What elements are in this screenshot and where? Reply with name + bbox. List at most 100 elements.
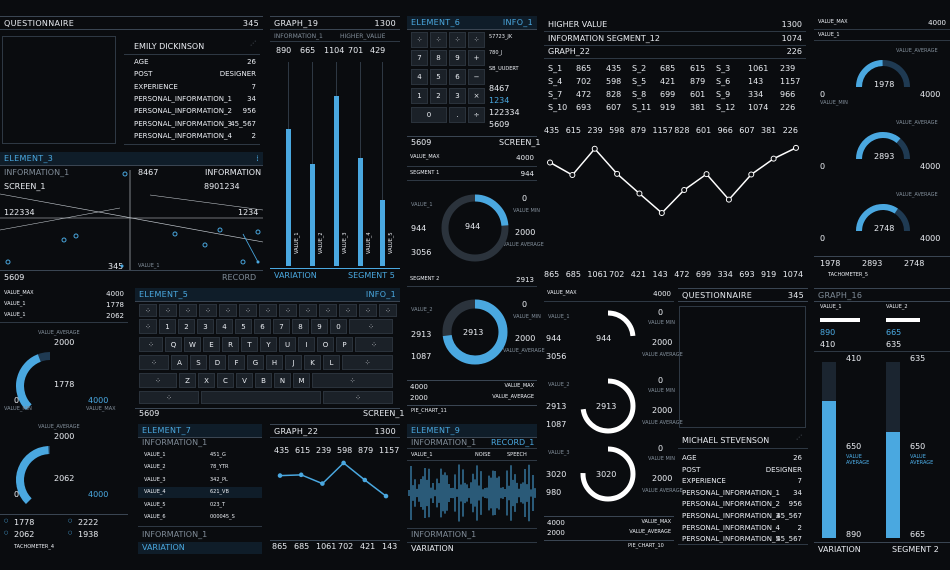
keyboard-key[interactable]: W bbox=[184, 337, 201, 352]
keyboard-key[interactable]: I bbox=[298, 337, 315, 352]
keyboard-key[interactable]: L bbox=[323, 355, 340, 370]
keyboard-fn-key[interactable]: ⁘ bbox=[279, 304, 297, 317]
keyboard-key[interactable]: 5 bbox=[235, 319, 252, 334]
keyboard-key[interactable]: P bbox=[336, 337, 353, 352]
keyboard-key[interactable]: 0 bbox=[330, 319, 347, 334]
keyboard-fn-key[interactable]: ⁘ bbox=[379, 304, 397, 317]
el7-row-label: VALUE_6 bbox=[144, 514, 166, 520]
tl-cell-icon: ○ bbox=[4, 530, 9, 536]
keyboard-key[interactable]: O bbox=[317, 337, 334, 352]
keyboard-key[interactable]: N bbox=[274, 373, 291, 388]
keyboard-key[interactable]: 1 bbox=[159, 319, 176, 334]
numpad-key[interactable]: + bbox=[468, 50, 485, 66]
keyboard-key[interactable]: S bbox=[190, 355, 207, 370]
keyboard-key[interactable]: 2 bbox=[178, 319, 195, 334]
keyboard-key[interactable]: Y bbox=[260, 337, 277, 352]
keyboard-key[interactable]: T bbox=[241, 337, 258, 352]
keyboard-key[interactable]: V bbox=[236, 373, 253, 388]
keyboard-key[interactable]: R bbox=[222, 337, 239, 352]
keyboard-fn-key[interactable]: ⁘ bbox=[199, 304, 217, 317]
keyboard-key[interactable]: H bbox=[266, 355, 283, 370]
keyboard-fn-key[interactable]: ⁘ bbox=[299, 304, 317, 317]
numpad-key[interactable]: 8 bbox=[430, 50, 447, 66]
el7-row-value: 78_YTR bbox=[210, 464, 229, 471]
keyboard-key[interactable]: 6 bbox=[254, 319, 271, 334]
tl-r2: VALUE_1 bbox=[4, 301, 26, 307]
el9-noise[interactable]: NOISE bbox=[475, 452, 490, 458]
tachometer-gauge: VALUE_AVERAGE 1978 0 4000 VALUE_MIN bbox=[814, 44, 950, 114]
keyboard-fn-key[interactable]: ⁘ bbox=[259, 304, 277, 317]
keyboard-fn-key[interactable]: ⁘ bbox=[139, 304, 157, 317]
keyboard-key[interactable]: 4 bbox=[216, 319, 233, 334]
tl-g2-max: 4000 bbox=[88, 490, 109, 499]
keyboard-key[interactable]: F bbox=[228, 355, 245, 370]
keyboard-key[interactable]: A bbox=[171, 355, 188, 370]
keyboard-fn-key[interactable]: ⁘ bbox=[359, 304, 377, 317]
keyboard-mod-key[interactable]: ⁘ bbox=[349, 319, 393, 334]
keyboard-key[interactable]: D bbox=[209, 355, 226, 370]
ring-label: VALUE_2 bbox=[548, 382, 570, 388]
keyboard-key[interactable]: Z bbox=[179, 373, 196, 388]
keyboard-key[interactable]: B bbox=[255, 373, 272, 388]
numpad-fn-key[interactable]: ⁘ bbox=[411, 32, 428, 48]
keyboard-mod-key[interactable]: ⁘ bbox=[139, 319, 157, 334]
keyboard-key[interactable]: 9 bbox=[311, 319, 328, 334]
keyboard-key[interactable]: 3 bbox=[197, 319, 214, 334]
keyboard-key[interactable]: M bbox=[293, 373, 310, 388]
questionnaire-title: QUESTIONNAIRE bbox=[4, 18, 75, 28]
numpad-fn-key[interactable]: ⁘ bbox=[449, 32, 466, 48]
keyboard-mod-key[interactable]: ⁘ bbox=[342, 355, 393, 370]
hv-r1v: 1300 bbox=[781, 20, 802, 29]
numpad-fn-key[interactable]: ⁘ bbox=[430, 32, 447, 48]
numpad-key[interactable]: − bbox=[468, 69, 485, 85]
el7-row-value: 621_VB bbox=[210, 489, 229, 496]
keyboard-fn-key[interactable]: ⁘ bbox=[339, 304, 357, 317]
keyboard-mod-key[interactable]: ⁘ bbox=[139, 337, 163, 352]
menu-icon[interactable]: ⋰ bbox=[250, 40, 256, 47]
keyboard-key[interactable]: U bbox=[279, 337, 296, 352]
keyboard-key[interactable]: Q bbox=[165, 337, 182, 352]
keyboard-key[interactable]: G bbox=[247, 355, 264, 370]
numpad-key[interactable]: ÷ bbox=[468, 107, 485, 123]
numpad-fn-key[interactable]: ⁘ bbox=[468, 32, 485, 48]
q2-menu-icon[interactable]: ⋰ bbox=[796, 434, 802, 441]
keyboard-key[interactable]: C bbox=[217, 373, 234, 388]
numpad-key[interactable]: 5 bbox=[430, 69, 447, 85]
keyboard-fn-key[interactable]: ⁘ bbox=[159, 304, 177, 317]
keyboard-mod-key[interactable]: ⁘ bbox=[323, 391, 393, 404]
hv-table-cell: 381 bbox=[690, 103, 706, 112]
keyboard-key[interactable]: 8 bbox=[292, 319, 309, 334]
q1-field-value: 45_567 bbox=[230, 119, 256, 128]
keyboard-space-key[interactable] bbox=[201, 391, 321, 404]
keyboard-key[interactable]: J bbox=[285, 355, 302, 370]
q1-field-label: EXPERIENCE bbox=[134, 82, 178, 91]
keyboard-fn-key[interactable]: ⁘ bbox=[319, 304, 337, 317]
keyboard-fn-key[interactable]: ⁘ bbox=[179, 304, 197, 317]
keyboard-mod-key[interactable]: ⁘ bbox=[355, 337, 393, 352]
keyboard-key[interactable]: 7 bbox=[273, 319, 290, 334]
numpad-key[interactable]: 7 bbox=[411, 50, 428, 66]
keyboard-mod-key[interactable]: ⁘ bbox=[312, 373, 393, 388]
keyboard-mod-key[interactable]: ⁘ bbox=[139, 391, 199, 404]
keyboard-key[interactable]: X bbox=[198, 373, 215, 388]
keyboard-mod-key[interactable]: ⁘ bbox=[139, 355, 169, 370]
numpad-key[interactable]: 2 bbox=[430, 88, 447, 104]
numpad-key[interactable]: 3 bbox=[449, 88, 466, 104]
el9-speech[interactable]: SPEECH bbox=[507, 452, 527, 458]
element-3-panel: ELEMENT_3 ⁞ INFORMATION_1 8467 INFORMATI… bbox=[0, 152, 264, 284]
numpad-key[interactable]: 0 bbox=[411, 107, 447, 123]
ring-t: 0 bbox=[658, 444, 664, 453]
numpad-key[interactable]: 9 bbox=[449, 50, 466, 66]
keyboard-mod-key[interactable]: ⁘ bbox=[139, 373, 177, 388]
keyboard-fn-key[interactable]: ⁘ bbox=[219, 304, 237, 317]
numpad-key[interactable]: . bbox=[449, 107, 466, 123]
numpad-key[interactable]: 6 bbox=[449, 69, 466, 85]
keyboard-key[interactable]: E bbox=[203, 337, 220, 352]
keyboard-fn-key[interactable]: ⁘ bbox=[239, 304, 257, 317]
numpad-key[interactable]: × bbox=[468, 88, 485, 104]
numpad-key[interactable]: 1 bbox=[411, 88, 428, 104]
hv-table-cell: 226 bbox=[780, 103, 796, 112]
numpad-key[interactable]: 4 bbox=[411, 69, 428, 85]
vm-bottom-value: 1978 bbox=[820, 259, 841, 268]
keyboard-key[interactable]: K bbox=[304, 355, 321, 370]
